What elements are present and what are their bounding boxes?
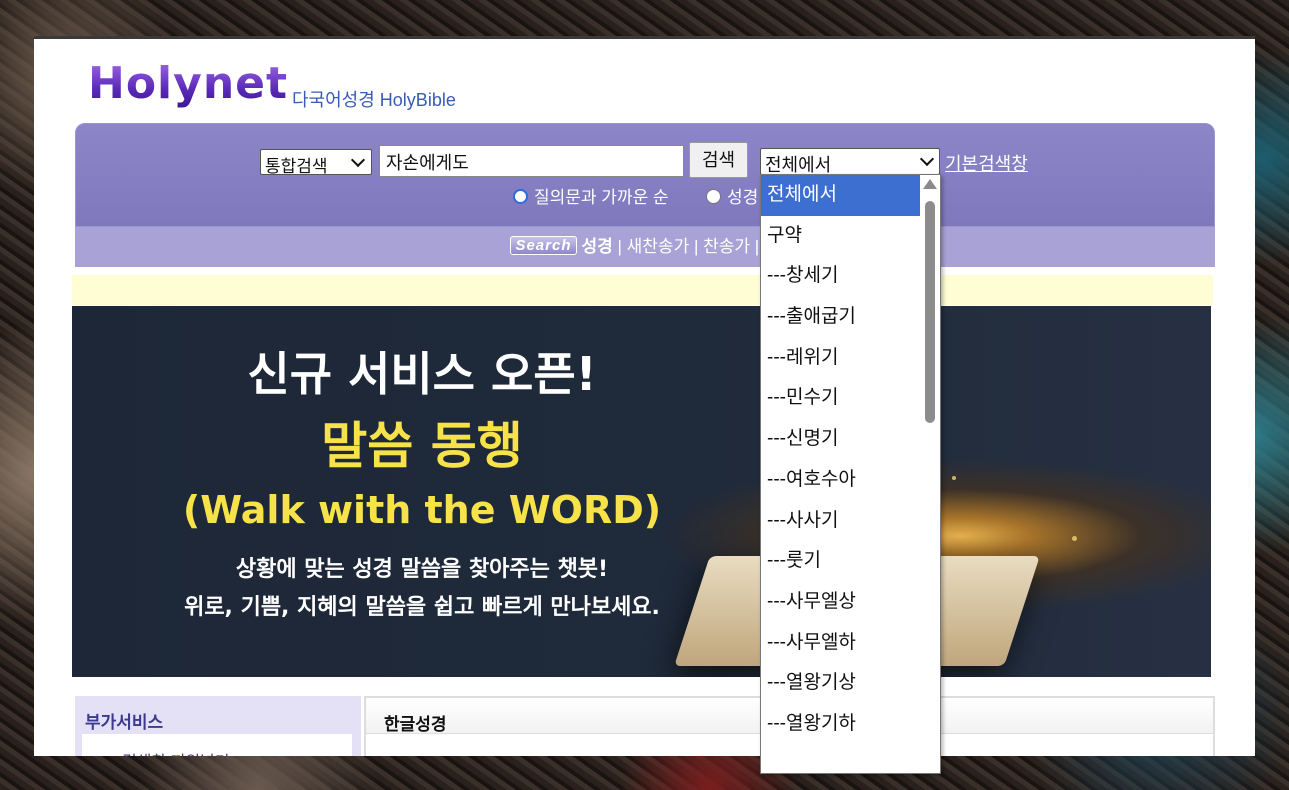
- banner-description: 상황에 맞는 성경 말씀을 찾아주는 챗봇!: [235, 557, 609, 582]
- dropdown-option[interactable]: ---레위기: [761, 338, 921, 379]
- sparkle: [1072, 536, 1077, 541]
- chevron-down-icon: [919, 151, 935, 167]
- scope-select[interactable]: 전체에서: [760, 148, 940, 175]
- nav-item-bible[interactable]: 성경: [582, 237, 613, 256]
- basic-search-link[interactable]: 기본검색창: [945, 150, 1028, 176]
- chevron-down-icon: [350, 152, 366, 168]
- nav-item-new-hymns[interactable]: 새찬송가: [627, 237, 690, 256]
- scope-dropdown-list[interactable]: 전체에서 구약 ---창세기 ---출애굽기 ---레위기 ---민수기 ---신명기 ---…: [760, 174, 941, 774]
- korean-bible-title: 한글성경: [384, 715, 447, 734]
- sparkle: [952, 476, 956, 480]
- search-type-value: 통합검색: [265, 157, 328, 176]
- embed-search-link[interactable]: 검색창 끼워넣기: [122, 748, 230, 756]
- scope-select-value: 전체에서: [765, 155, 832, 175]
- radio-checked-icon: [513, 189, 528, 204]
- dropdown-option[interactable]: ---사무엘하: [761, 623, 921, 664]
- search-badge: Search: [510, 236, 577, 255]
- extra-services-title: 부가서비스: [85, 713, 164, 732]
- browser-page: Holynet 다국어성경 HolyBible 통합검색 자손에게도 검색 전체…: [34, 36, 1255, 756]
- dropdown-scrollbar[interactable]: [920, 175, 940, 773]
- radio-unchecked-icon: [706, 189, 721, 204]
- radio-relevance[interactable]: 질의문과 가까운 순: [513, 183, 669, 208]
- dropdown-option[interactable]: ---여호수아: [761, 460, 921, 501]
- search-type-select[interactable]: 통합검색: [260, 149, 372, 176]
- dropdown-option[interactable]: 구약: [761, 216, 921, 257]
- banner-headline: 신규 서비스 오픈!: [247, 347, 597, 401]
- radio-bible-order[interactable]: 성경: [706, 183, 758, 208]
- extra-services-list: 검색창 끼워넣기: [82, 734, 352, 756]
- site-subtitle[interactable]: 다국어성경 HolyBible: [292, 86, 456, 112]
- dropdown-option[interactable]: ---룻기: [761, 541, 921, 582]
- scroll-up-arrow-icon[interactable]: [923, 179, 937, 189]
- banner-description-2: 위로, 기쁨, 지혜의 말씀을 쉽고 빠르게 만나보세요.: [184, 595, 660, 620]
- extra-services-panel: 부가서비스 검색창 끼워넣기: [75, 696, 361, 756]
- scrollbar-thumb[interactable]: [925, 201, 935, 423]
- dropdown-option[interactable]: ---사사기: [761, 501, 921, 542]
- dropdown-option[interactable]: ---열왕기하: [761, 704, 921, 745]
- dropdown-option[interactable]: ---신명기: [761, 419, 921, 460]
- promo-banner[interactable]: 신규 서비스 오픈! 말씀 동행 (Walk with the WORD) 상황…: [72, 306, 1211, 677]
- search-input[interactable]: 자손에게도: [379, 145, 684, 177]
- search-panel: 통합검색 자손에게도 검색 전체에서 기본검색창 질의문과 가까운 순 성경: [75, 123, 1215, 227]
- banner-english-name: (Walk with the WORD): [182, 488, 662, 532]
- category-nav: Search성경 | 새찬송가 | 찬송가 | 성: [75, 227, 1215, 267]
- dropdown-option[interactable]: ---출애굽기: [761, 297, 921, 338]
- nav-separator: |: [693, 237, 704, 256]
- radio-relevance-label: 질의문과 가까운 순: [534, 188, 669, 207]
- search-button[interactable]: 검색: [689, 142, 748, 178]
- dropdown-option[interactable]: ---민수기: [761, 378, 921, 419]
- banner-service-name: 말씀 동행: [321, 417, 523, 475]
- nav-separator: |: [617, 237, 627, 256]
- dropdown-option[interactable]: ---열왕기상: [761, 663, 921, 704]
- dropdown-option[interactable]: ---사무엘상: [761, 582, 921, 623]
- dropdown-option[interactable]: ---창세기: [761, 256, 921, 297]
- dropdown-option[interactable]: 전체에서: [761, 175, 921, 216]
- radio-order-label: 성경: [727, 188, 759, 207]
- notice-bar: [72, 275, 1213, 305]
- holynet-logo[interactable]: Holynet: [88, 59, 288, 109]
- nav-item-hymns[interactable]: 찬송가: [703, 237, 750, 256]
